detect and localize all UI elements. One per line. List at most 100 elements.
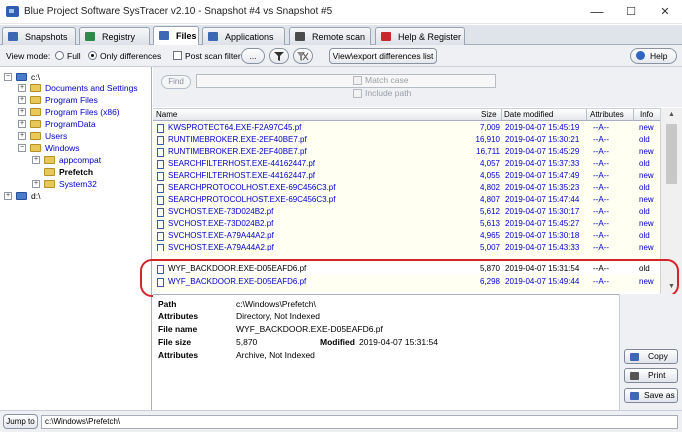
table-row[interactable]: KWSPROTECT64.EXE-F2A97C45.pf 7,009 2019-… — [153, 122, 660, 134]
print-label: Print — [648, 370, 666, 380]
filter-options-button[interactable]: ... — [241, 48, 265, 64]
cell-size: 16,910 — [475, 135, 500, 144]
table-row[interactable]: SVCHOST.EXE-73D024B2.pf 5,613 2019-04-07… — [153, 218, 660, 230]
file-size-value: 5,870 — [236, 337, 258, 347]
tab-label: Registry — [102, 32, 136, 42]
scroll-up-icon[interactable]: ▲ — [661, 108, 682, 122]
folder-tree: − c:\ + Documents and Settings + Program… — [0, 67, 152, 410]
column-header-size[interactable]: Size — [481, 110, 497, 119]
cell-info: old — [639, 135, 650, 144]
find-button[interactable]: Find — [161, 75, 191, 89]
cell-info: new — [639, 243, 654, 251]
tree-label: Documents and Settings — [45, 83, 138, 93]
table-row[interactable]: SEARCHFILTERHOST.EXE-44162447.pf 4,055 2… — [153, 170, 660, 182]
folder-icon — [30, 120, 41, 128]
file-icon — [157, 124, 164, 133]
cell-name: KWSPROTECT64.EXE-F2A97C45.pf — [168, 123, 302, 132]
collapse-icon[interactable]: − — [18, 144, 26, 152]
expand-icon[interactable]: + — [18, 132, 26, 140]
close-button[interactable]: ✕ — [648, 0, 682, 24]
column-separator[interactable] — [501, 109, 502, 121]
column-header-info[interactable]: Info — [640, 110, 653, 119]
print-button[interactable]: Print — [624, 368, 678, 383]
folder-icon — [30, 108, 41, 116]
expand-icon[interactable]: + — [18, 120, 26, 128]
filter-button[interactable] — [269, 48, 289, 64]
tab-registry[interactable]: Registry — [79, 27, 150, 45]
full-radio[interactable] — [55, 51, 64, 60]
title-bar: Blue Project Software SysTracer v2.10 - … — [0, 0, 682, 24]
table-row[interactable]: RUNTIMEBROKER.EXE-2EF40BE7.pf 16,910 201… — [153, 134, 660, 146]
table-row[interactable]: SVCHOST.EXE-A79A44A2.pf 4,965 2019-04-07… — [153, 230, 660, 242]
cell-info: new — [639, 147, 654, 156]
expand-icon[interactable]: + — [18, 108, 26, 116]
file-icon — [157, 232, 164, 241]
post-scan-filter-checkbox[interactable] — [173, 51, 182, 60]
file-list-header: Name Size Date modified Attributes Info — [153, 108, 660, 121]
include-path-checkbox[interactable] — [353, 89, 362, 98]
export-differences-button[interactable]: View\export differences list — [329, 48, 437, 64]
clear-filter-button[interactable] — [293, 48, 313, 64]
expand-icon[interactable]: + — [18, 96, 26, 104]
expand-icon[interactable]: + — [4, 192, 12, 200]
tab-label: Snapshots — [25, 32, 68, 42]
save-as-label: Save as — [644, 390, 675, 400]
table-row[interactable]: SVCHOST.EXE-73D024B2.pf 5,612 2019-04-07… — [153, 206, 660, 218]
tab-files[interactable]: Files — [153, 26, 199, 46]
table-row[interactable]: SEARCHPROTOCOLHOST.EXE-69C456C3.pf 4,807… — [153, 194, 660, 206]
jump-path-input[interactable]: c:\Windows\Prefetch\ — [41, 415, 678, 429]
cell-attributes: --A-- — [593, 135, 609, 144]
camera-icon — [8, 32, 18, 41]
expand-icon[interactable]: + — [18, 84, 26, 92]
jump-to-button[interactable]: Jump to — [3, 414, 38, 429]
cell-date: 2019-04-07 15:30:21 — [505, 135, 580, 144]
cell-info: new — [639, 219, 654, 228]
cell-date: 2019-04-07 15:35:23 — [505, 183, 580, 192]
column-header-name[interactable]: Name — [156, 110, 177, 119]
folder-icon — [44, 180, 55, 188]
tab-remote-scan[interactable]: Remote scan — [289, 27, 371, 45]
cell-date: 2019-04-07 15:43:33 — [505, 243, 580, 251]
tab-label: Help & Register — [398, 32, 462, 42]
minimize-button[interactable]: — — [580, 0, 614, 24]
cell-attributes: --A-- — [593, 207, 609, 216]
cell-size: 5,613 — [479, 219, 500, 228]
scrollbar-thumb[interactable] — [666, 124, 677, 184]
cell-date: 2019-04-07 15:30:17 — [505, 207, 580, 216]
collapse-icon[interactable]: − — [4, 73, 12, 81]
table-row[interactable]: SEARCHFILTERHOST.EXE-44162447.pf 4,057 2… — [153, 158, 660, 170]
tab-applications[interactable]: Applications — [202, 27, 285, 45]
folder-icon — [44, 168, 55, 176]
maximize-button[interactable]: ☐ — [614, 0, 648, 24]
column-header-attributes[interactable]: Attributes — [590, 110, 624, 119]
cell-size: 5,007 — [479, 243, 500, 251]
find-input[interactable] — [196, 74, 496, 88]
drive-icon — [16, 73, 27, 81]
tree-label: d:\ — [31, 191, 41, 201]
cell-attributes: --A-- — [593, 123, 609, 132]
expand-icon[interactable]: + — [32, 156, 40, 164]
match-case-checkbox[interactable] — [353, 76, 362, 85]
files-icon — [159, 31, 169, 40]
cell-attributes: --A-- — [593, 243, 609, 251]
expand-icon[interactable]: + — [32, 180, 40, 188]
tab-help-register[interactable]: Help & Register — [375, 27, 465, 45]
table-row[interactable]: SEARCHPROTOCOLHOST.EXE-69C456C3.pf 4,802… — [153, 182, 660, 194]
column-header-date-modified[interactable]: Date modified — [504, 110, 553, 119]
tab-snapshots[interactable]: Snapshots — [2, 27, 76, 45]
save-as-button[interactable]: Save as — [624, 388, 678, 403]
path-label: Path — [158, 299, 177, 309]
help-button[interactable]: Help — [630, 48, 677, 64]
file-attributes-label: Attributes — [158, 350, 199, 360]
cell-name: SEARCHFILTERHOST.EXE-44162447.pf — [168, 159, 316, 168]
copy-button[interactable]: Copy — [624, 349, 678, 364]
column-separator[interactable] — [586, 109, 587, 121]
table-row[interactable]: SVCHOST.EXE-A79A44A2.pf 5,007 2019-04-07… — [153, 242, 660, 251]
file-icon — [157, 244, 164, 251]
cell-name: RUNTIMEBROKER.EXE-2EF40BE7.pf — [168, 147, 307, 156]
column-separator[interactable] — [633, 109, 634, 121]
find-bar: Find Match case Include path — [153, 67, 682, 107]
cell-attributes: --A-- — [593, 231, 609, 240]
table-row[interactable]: RUNTIMEBROKER.EXE-2EF40BE7.pf 16,711 201… — [153, 146, 660, 158]
only-differences-radio[interactable] — [88, 51, 97, 60]
